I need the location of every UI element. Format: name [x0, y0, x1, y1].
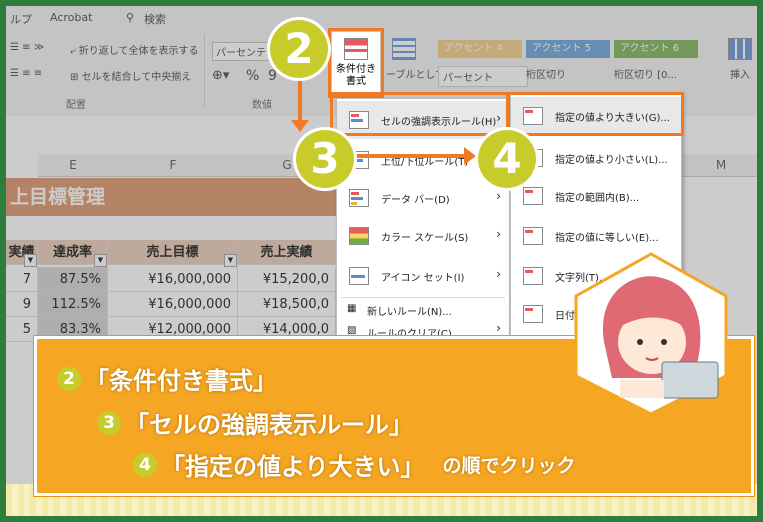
step-4-number: 4 [133, 452, 157, 477]
color-scale-icon [349, 227, 369, 245]
date-icon [523, 305, 543, 323]
chevron-right-icon: › [496, 189, 501, 203]
arrow-right-head [464, 147, 476, 165]
equal-to-icon [523, 227, 543, 245]
arrow-down-line [298, 76, 302, 126]
step-3-text: 3 「セルの強調表示ルール」 [97, 405, 413, 440]
data-bar-icon [349, 189, 369, 207]
chevron-right-icon: › [496, 267, 501, 281]
menu-item-new-rule[interactable]: 新しいルール(N)... [367, 303, 452, 318]
submenu-item-less-than[interactable]: 指定の値より小さい(L)... [511, 139, 681, 177]
highlight-rules-frame [330, 92, 510, 136]
menu-item-color-scale[interactable]: カラー スケール(S) › [337, 217, 509, 255]
submenu-item-between[interactable]: 指定の範囲内(B)... [511, 177, 681, 215]
menu-divider [341, 297, 505, 298]
text-contains-icon [523, 267, 543, 285]
step-2-badge: 2 [270, 20, 328, 78]
step-4-text: 4 「指定の値より大きい」 の順でクリック [133, 447, 576, 482]
highlight-cond-format [328, 28, 384, 98]
step-3-badge: 3 [296, 130, 354, 188]
step-4-badge: 4 [478, 130, 536, 188]
arrow-right-line [356, 154, 468, 158]
menu-item-data-bar[interactable]: データ バー(D) › [337, 179, 509, 217]
chevron-right-icon: › [496, 321, 501, 335]
step-2-number: 2 [57, 366, 81, 391]
clear-rule-icon: ▧ [347, 325, 357, 336]
menu-item-icon-set[interactable]: アイコン セット(I) › [337, 257, 509, 295]
arrow-down-head [291, 120, 309, 132]
character-illustration [566, 250, 736, 418]
chevron-right-icon: › [496, 227, 501, 241]
between-icon [523, 187, 543, 205]
icon-set-icon [349, 267, 369, 285]
step-2-text: 2 「条件付き書式」 [57, 361, 277, 396]
highlight-greater-than [506, 92, 684, 136]
step-3-number: 3 [97, 410, 121, 435]
tutorial-frame: ルプ Acrobat ⚲ 検索 ☰ ≡ ≫ ☰ ≡ ≡ ⤶ 折り返して全体を表示… [0, 0, 763, 522]
new-rule-icon: ▦ [347, 303, 357, 314]
